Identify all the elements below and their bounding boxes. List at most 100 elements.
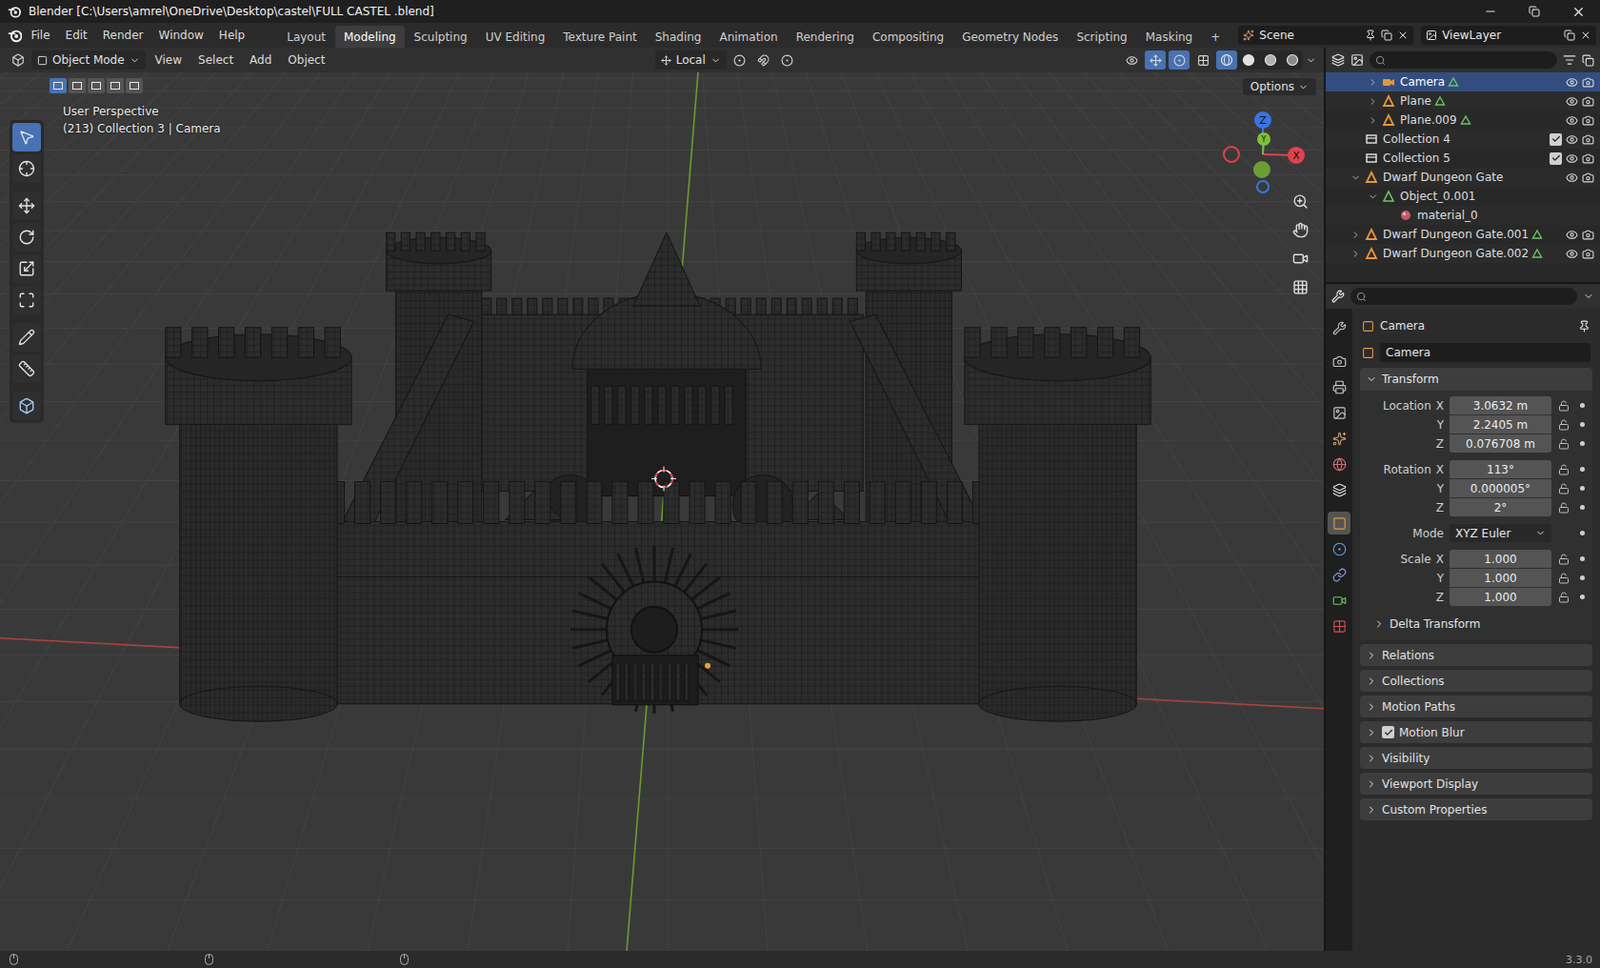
workspace-tab[interactable]: Shading [646,25,711,48]
pin-icon[interactable] [1578,320,1591,333]
lock-icon[interactable] [1558,572,1570,584]
number-field[interactable]: 1.000 [1449,549,1552,568]
gate-emblem[interactable] [570,545,739,714]
eye-icon[interactable] [1565,133,1579,146]
xray-button[interactable] [1192,50,1214,70]
navigation-gizmo[interactable]: YZX [1209,100,1315,206]
keyframe-dot[interactable] [1580,466,1585,472]
properties-panel[interactable]: Custom Properties [1360,798,1593,820]
visibility-button[interactable] [1120,50,1142,70]
properties-panel[interactable]: Motion Paths [1360,695,1593,718]
blender-menu-icon[interactable] [7,27,22,43]
expand-arrow[interactable] [1382,208,1397,222]
number-field[interactable]: 3.0632 m [1449,396,1552,415]
zoom-button[interactable] [1287,188,1313,214]
properties-tab[interactable] [1327,537,1351,560]
lock-icon[interactable] [1558,553,1570,565]
workspace-tab[interactable]: Compositing [863,25,953,48]
number-field[interactable]: 1.000 [1449,587,1552,606]
menu-item[interactable]: File [23,25,57,45]
number-field[interactable]: 113° [1449,460,1552,479]
pin-icon[interactable] [1364,29,1377,41]
properties-search[interactable] [1350,287,1578,305]
menu-item[interactable]: Help [212,25,252,45]
object-data-icon[interactable] [1531,247,1543,260]
render-toggle-icon[interactable] [1581,152,1595,165]
expand-arrow[interactable] [1365,94,1380,108]
minimize-button[interactable] [1468,0,1513,23]
shading-options-icon[interactable] [1305,55,1317,66]
viewport-canvas[interactable]: User Perspective(213) Collection 3 | Cam… [0,72,1324,951]
keyframe-dot[interactable] [1580,485,1585,491]
tool-button[interactable] [12,285,41,315]
render-toggle-icon[interactable] [1581,76,1595,89]
workspace-tab[interactable]: Rendering [787,25,863,48]
outliner-search[interactable] [1369,51,1558,69]
properties-tab[interactable] [1327,614,1351,638]
eye-icon[interactable] [1565,247,1579,260]
editor-type-button[interactable] [7,50,29,70]
outliner-editor-icon[interactable] [1331,53,1345,67]
outliner-row[interactable]: Dwarf Dungeon Gate.001 [1325,224,1600,244]
properties-editor-icon[interactable] [1331,289,1345,303]
exclude-checkbox[interactable] [1549,152,1562,165]
eye-icon[interactable] [1565,114,1579,127]
object-data-icon[interactable] [1460,114,1472,126]
shading-button[interactable] [1238,50,1260,70]
expand-arrow[interactable] [1365,189,1380,203]
panel-checkbox[interactable] [1381,725,1395,739]
gate[interactable] [612,655,699,705]
workspace-tab[interactable]: Geometry Nodes [953,25,1067,48]
expand-arrow[interactable] [1348,227,1362,241]
workspace-tab[interactable]: Modeling [335,25,405,48]
maximize-button[interactable] [1512,0,1557,23]
blender-logo-icon[interactable] [7,4,21,19]
outliner-row[interactable]: Collection 5 [1325,148,1600,168]
viewport-menu-item[interactable]: Select [191,50,240,70]
keyframe-dot[interactable] [1580,440,1585,446]
expand-arrow[interactable] [1365,75,1380,89]
properties-tab[interactable] [1327,588,1351,612]
workspace-tab[interactable]: Layout [278,25,335,48]
eye-icon[interactable] [1565,228,1579,241]
castle[interactable] [165,232,1151,721]
duplicate-icon[interactable] [1380,29,1393,41]
front-left-tower[interactable] [165,327,352,721]
workspace-tab[interactable]: Sculpting [405,25,477,48]
scene-selector[interactable]: Scene [1238,25,1414,45]
shading-button[interactable] [1260,50,1281,70]
filter-icon[interactable] [1562,53,1577,67]
render-toggle-icon[interactable] [1581,133,1595,146]
tool-button[interactable] [12,154,41,183]
lock-icon[interactable] [1558,419,1570,431]
properties-tab[interactable] [1327,426,1351,450]
menu-item[interactable]: Edit [59,25,95,45]
workspace-tab[interactable]: Masking [1137,25,1201,48]
properties-tab[interactable] [1327,349,1351,373]
properties-tab[interactable] [1327,375,1351,399]
close-button[interactable] [1556,0,1600,23]
add-workspace-button[interactable]: + [1201,25,1229,48]
number-field[interactable]: 1.000 [1449,568,1552,587]
tool-button[interactable] [12,322,41,352]
eye-icon[interactable] [1565,152,1579,165]
camera-view-button[interactable] [1287,245,1313,271]
select-mode-button[interactable] [125,78,143,94]
render-toggle-icon[interactable] [1581,171,1595,184]
object-name-field[interactable]: Camera [1380,342,1591,362]
object-data-icon[interactable] [1434,95,1446,107]
display-mode-icon[interactable] [1350,53,1364,67]
expand-arrow[interactable] [1348,246,1362,260]
gizmo-button[interactable] [1144,50,1166,70]
object-data-icon[interactable] [1531,228,1543,240]
properties-tab[interactable] [1327,478,1351,501]
front-right-tower[interactable] [964,327,1151,721]
outliner-row[interactable]: material_0 [1325,205,1600,225]
outliner-row[interactable]: Camera [1325,72,1600,92]
select-mode-button[interactable] [106,78,124,94]
panel-header[interactable]: Transform [1360,367,1593,391]
proportional-button[interactable] [777,50,799,70]
number-field[interactable]: 0.000005° [1449,479,1552,498]
shading-button[interactable] [1281,50,1303,70]
overlay-button[interactable] [1168,50,1190,70]
